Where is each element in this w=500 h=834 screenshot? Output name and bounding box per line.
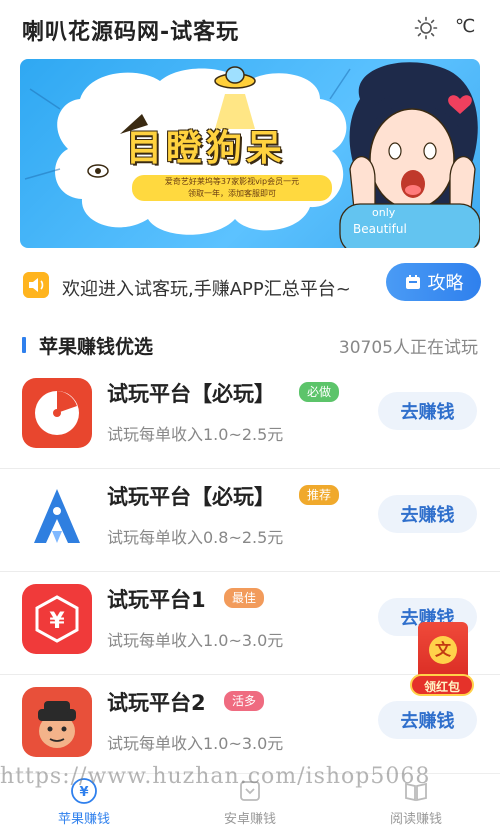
- item-desc: 试玩每单收入1.0~2.5元: [107, 425, 284, 444]
- earn-button[interactable]: 去赚钱: [378, 701, 477, 739]
- section-accent-bar: [22, 337, 26, 353]
- temperature-unit: ℃: [455, 16, 476, 37]
- red-packet-label: 领红包: [410, 674, 474, 696]
- banner-ribbon: 爱奇艺好莱坞等37家影视vip会员一元 领取一年，添加客服即可: [132, 175, 332, 201]
- tab-label: 阅读赚钱: [389, 812, 442, 827]
- tab-label: 安卓赚钱: [223, 812, 276, 827]
- item-name: 试玩平台【必玩】: [107, 382, 275, 406]
- watermark-text: https://www.huzhan.com/ishop5068: [0, 764, 431, 789]
- calendar-icon: [405, 275, 420, 289]
- coin-icon: 文: [429, 636, 457, 664]
- banner-beautiful-text: Beautiful: [353, 222, 407, 236]
- earn-button[interactable]: 去赚钱: [378, 495, 477, 533]
- player-count: 30705人正在试玩: [338, 338, 478, 358]
- item-desc: 试玩每单收入0.8~2.5元: [107, 528, 284, 547]
- header: 喇叭花源码网-试客玩 ℃: [0, 0, 500, 58]
- red-packet-float[interactable]: 文 领红包: [410, 622, 474, 698]
- banner-only-text: only: [372, 206, 396, 219]
- app-icon-yuan: ¥: [22, 584, 92, 654]
- tag-badge: 活多: [224, 691, 265, 711]
- item-name: 试玩平台1: [107, 588, 206, 612]
- svg-text:¥: ¥: [49, 609, 65, 634]
- item-desc: 试玩每单收入1.0~3.0元: [107, 631, 284, 650]
- banner-subtitle-line1: 爱奇艺好莱坞等37家影视vip会员一元: [164, 177, 300, 186]
- tag-badge: 最佳: [224, 588, 265, 608]
- item-name: 试玩平台2: [107, 691, 206, 715]
- banner-title: 目瞪狗呆: [126, 128, 287, 169]
- banner-subtitle-line2: 领取一年，添加客服即可: [188, 189, 276, 198]
- promo-banner[interactable]: 目瞪狗呆 爱奇艺好莱坞等37家影视vip会员一元 领取一年，添加客服即可: [20, 59, 480, 248]
- speaker-icon: [23, 272, 49, 298]
- notice-text: 欢迎进入试客玩,手赚APP汇总平台~: [62, 279, 351, 300]
- sun-icon: [414, 16, 438, 40]
- list-item[interactable]: 试玩平台【必玩】 推荐 试玩每单收入0.8~2.5元 去赚钱: [0, 469, 500, 572]
- guide-button-label: 攻略: [427, 273, 464, 294]
- app-icon-pie: [22, 378, 92, 448]
- tag-badge: 必做: [299, 382, 340, 402]
- page-title: 喇叭花源码网-试客玩: [22, 20, 240, 45]
- list-item[interactable]: 试玩平台【必玩】 必做 试玩每单收入1.0~2.5元 去赚钱: [0, 366, 500, 469]
- tag-badge: 推荐: [299, 485, 340, 505]
- guide-button[interactable]: 攻略: [386, 263, 481, 301]
- earn-button[interactable]: 去赚钱: [378, 392, 477, 430]
- item-desc: 试玩每单收入1.0~3.0元: [107, 734, 284, 753]
- section-title: 苹果赚钱优选: [39, 336, 154, 358]
- tab-label: 苹果赚钱: [57, 812, 110, 827]
- girl-illustration: [339, 62, 480, 248]
- app-icon-rocket: [22, 481, 92, 551]
- item-name: 试玩平台【必玩】: [107, 485, 275, 509]
- app-icon-face: [22, 687, 92, 757]
